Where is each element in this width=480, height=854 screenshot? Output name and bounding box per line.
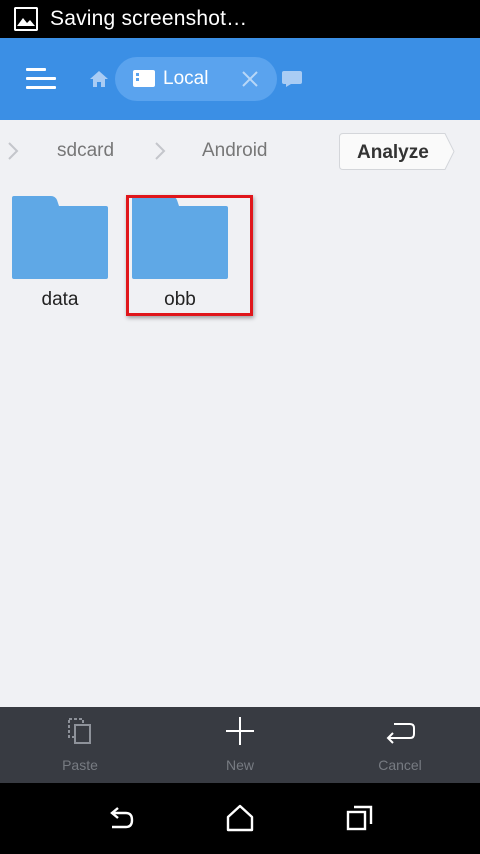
back-icon[interactable] bbox=[104, 803, 136, 833]
new-label: New bbox=[225, 757, 254, 773]
paste-icon bbox=[68, 718, 91, 744]
selection-highlight bbox=[126, 195, 253, 316]
menu-icon[interactable] bbox=[26, 64, 58, 94]
folder-name: data bbox=[41, 289, 79, 310]
analyze-label: Analyze bbox=[357, 142, 429, 163]
folder-item-data[interactable]: data bbox=[5, 196, 115, 316]
navigation-bar bbox=[0, 783, 480, 854]
breadcrumb: sdcard Android Analyze bbox=[0, 120, 480, 182]
plus-icon bbox=[226, 717, 254, 745]
home-icon[interactable] bbox=[224, 803, 256, 833]
folder-icon bbox=[12, 196, 108, 279]
home-icon[interactable] bbox=[89, 70, 109, 88]
chevron-right-icon bbox=[155, 142, 166, 160]
analyze-button[interactable]: Analyze bbox=[339, 133, 455, 170]
recent-apps-icon[interactable] bbox=[345, 803, 377, 833]
cancel-button[interactable]: Cancel bbox=[320, 707, 480, 783]
return-icon bbox=[386, 723, 415, 744]
paste-label: Paste bbox=[62, 757, 98, 773]
network-icon[interactable] bbox=[282, 71, 302, 87]
new-button[interactable]: New bbox=[160, 707, 320, 783]
breadcrumb-item-sdcard[interactable]: sdcard bbox=[57, 140, 114, 162]
paste-button[interactable]: Paste bbox=[0, 707, 160, 783]
close-icon[interactable] bbox=[241, 70, 259, 88]
bottom-toolbar: Paste New Cancel bbox=[0, 707, 480, 783]
status-text: Saving screenshot… bbox=[50, 7, 248, 30]
storage-icon bbox=[133, 70, 155, 87]
image-icon bbox=[14, 7, 38, 31]
status-bar: Saving screenshot… bbox=[0, 0, 480, 38]
breadcrumb-item-android[interactable]: Android bbox=[202, 140, 268, 162]
chevron-right-icon bbox=[8, 142, 19, 160]
tab-local[interactable]: Local bbox=[115, 57, 277, 101]
app-bar: Local bbox=[0, 38, 480, 120]
cancel-label: Cancel bbox=[378, 757, 422, 773]
tab-local-label: Local bbox=[163, 68, 209, 89]
